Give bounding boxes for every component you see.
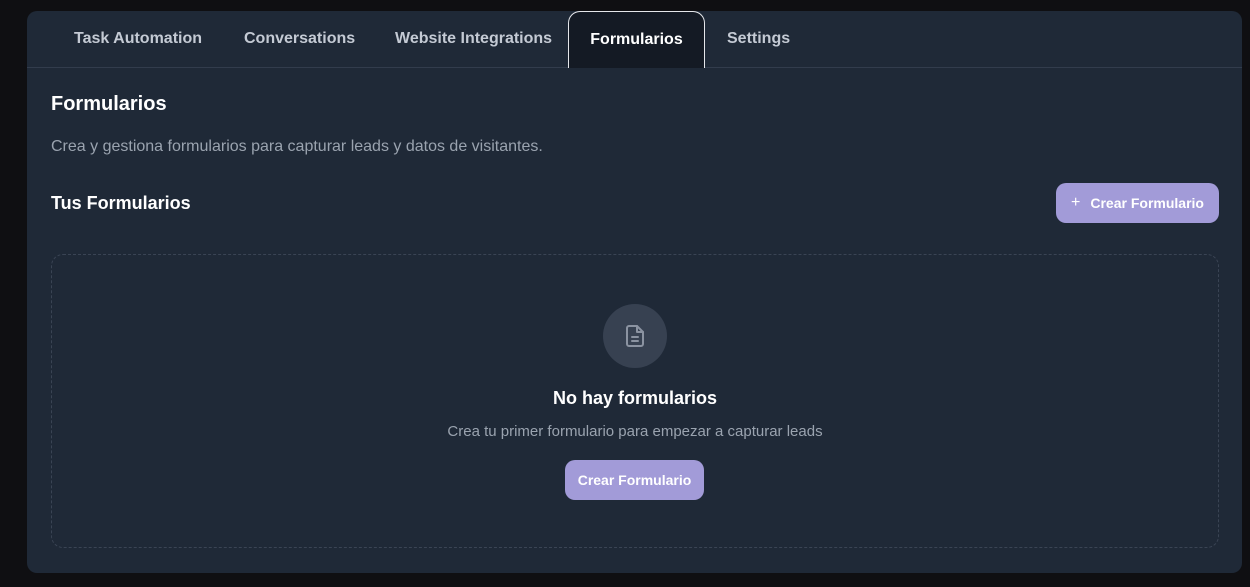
plus-icon: + (1071, 194, 1081, 211)
empty-create-form-button[interactable]: Crear Formulario (565, 460, 704, 500)
empty-state-title: No hay formularios (552, 388, 718, 408)
tab-task-automation[interactable]: Task Automation (74, 11, 202, 67)
tab-website-integrations[interactable]: Website Integrations (395, 11, 552, 67)
tab-conversations[interactable]: Conversations (244, 11, 355, 67)
empty-state: No hay formularios Crea tu primer formul… (51, 254, 1219, 548)
tab-bar: Task Automation Conversations Website In… (27, 11, 1242, 68)
file-text-icon (626, 325, 644, 347)
create-form-button-label: Crear Formulario (1090, 195, 1204, 211)
tab-settings[interactable]: Settings (727, 11, 790, 67)
empty-state-icon-circle (603, 304, 667, 368)
section-title: Tus Formularios (51, 193, 191, 213)
tab-formularios[interactable]: Formularios (568, 11, 705, 68)
page-subtitle: Crea y gestiona formularios para captura… (51, 138, 543, 155)
page-title: Formularios (51, 93, 167, 115)
forms-panel: Task Automation Conversations Website In… (27, 11, 1242, 573)
empty-state-text: Crea tu primer formulario para empezar a… (447, 423, 823, 440)
create-form-button[interactable]: + Crear Formulario (1056, 183, 1219, 223)
